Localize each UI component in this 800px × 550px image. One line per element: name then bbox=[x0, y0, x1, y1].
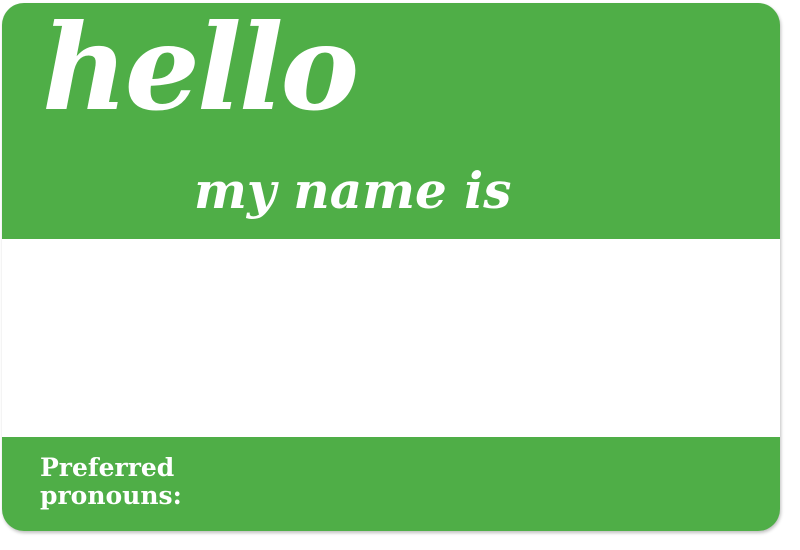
name-write-area[interactable] bbox=[2, 239, 780, 437]
greeting-heading: hello bbox=[42, 3, 359, 137]
my-name-is-label: my name is bbox=[194, 161, 512, 220]
pronouns-label: Preferred pronouns: bbox=[40, 454, 182, 510]
pronouns-label-line2: pronouns: bbox=[40, 481, 182, 510]
pronouns-label-line1: Preferred bbox=[40, 453, 175, 482]
name-tag-sticker: hello my name is Preferred pronouns: bbox=[2, 3, 780, 531]
